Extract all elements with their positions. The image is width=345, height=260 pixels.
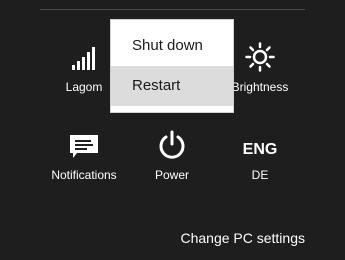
language-tile[interactable]: ENG DE	[210, 128, 310, 182]
change-pc-settings-link[interactable]: Change PC settings	[180, 230, 305, 246]
notifications-icon	[34, 128, 134, 160]
top-divider	[40, 9, 305, 10]
power-tile[interactable]: Power	[122, 128, 222, 182]
notifications-tile[interactable]: Notifications	[34, 128, 134, 182]
power-menu: Shut down Restart	[111, 20, 233, 112]
restart-menu-item[interactable]: Restart	[111, 66, 233, 106]
power-icon	[122, 128, 222, 160]
language-code: ENG	[242, 141, 278, 158]
shut-down-menu-item[interactable]: Shut down	[111, 26, 233, 66]
language-label: DE	[251, 168, 269, 182]
notifications-label: Notifications	[51, 168, 117, 182]
power-label: Power	[154, 168, 189, 182]
language-code-container: ENG	[210, 128, 310, 160]
